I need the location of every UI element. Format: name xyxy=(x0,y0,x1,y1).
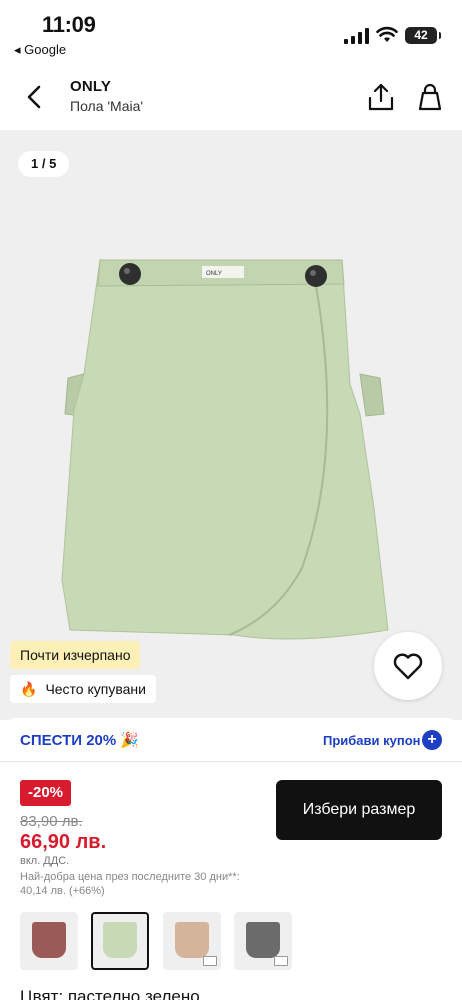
selected-color-label: Цвят: пастелно зелено xyxy=(20,987,200,1000)
variant-thumb-grey[interactable] xyxy=(234,912,292,970)
popular-badge-label: Често купувани xyxy=(45,681,146,697)
coupon-banner: СПЕСТИ 20% 🎉 Прибави купон + xyxy=(0,718,462,762)
brand-name[interactable]: ONLY xyxy=(70,78,111,95)
skirt-brand-label: ONLY xyxy=(206,271,222,277)
cellular-signal-icon xyxy=(344,28,369,44)
variant-thumb-pastel-green[interactable] xyxy=(91,912,149,970)
select-size-button[interactable]: Избери размер xyxy=(276,780,442,840)
purchase-panel: СПЕСТИ 20% 🎉 Прибави купон + -20% 83,90 … xyxy=(0,718,462,1000)
low-stock-badge: Почти изчерпано xyxy=(10,641,141,669)
image-counter: 1 / 5 xyxy=(18,151,70,177)
product-title: Пола 'Maia' xyxy=(70,98,144,114)
vat-note: вкл. ДДС. xyxy=(20,855,70,867)
wishlist-button[interactable] xyxy=(374,632,442,700)
best-price-note: Най-добра цена през последните 30 дни**:… xyxy=(20,871,240,897)
sale-price: 66,90 лв. xyxy=(20,831,107,853)
battery-icon: 42 xyxy=(405,27,441,44)
discount-badge: -20% xyxy=(20,780,72,806)
share-icon[interactable] xyxy=(367,82,395,112)
fire-icon: 🔥 xyxy=(20,681,38,697)
variant-thumb-rose-brown[interactable] xyxy=(20,912,78,970)
popular-badge: 🔥 Често купувани xyxy=(10,675,156,703)
original-price: 83,90 лв. xyxy=(20,813,83,830)
shopping-bag-icon[interactable] xyxy=(416,82,444,112)
heart-icon xyxy=(393,653,423,680)
add-coupon-link[interactable]: Прибави купон xyxy=(323,733,421,748)
coupon-text: СПЕСТИ 20% 🎉 xyxy=(20,732,140,749)
product-image-gallery[interactable]: 1 / 5 ONLY Почти изчерпано 🔥 Често купува… xyxy=(0,130,462,720)
envelope-icon xyxy=(203,956,217,966)
variant-swatch xyxy=(246,922,280,958)
variant-swatch xyxy=(32,922,66,958)
back-to-app-link[interactable]: ◂ Google xyxy=(14,42,66,58)
status-time: 11:09 xyxy=(42,12,96,37)
product-image[interactable]: ONLY xyxy=(54,250,414,640)
envelope-icon xyxy=(274,956,288,966)
variant-swatch xyxy=(175,922,209,958)
back-arrow-icon[interactable] xyxy=(22,84,48,110)
product-header: ONLY Пола 'Maia' xyxy=(0,64,462,130)
wifi-icon xyxy=(376,26,398,42)
status-bar: 11:09 ◂ Google 42 xyxy=(0,0,462,64)
variant-swatch xyxy=(103,922,137,958)
add-coupon-plus-icon[interactable]: + xyxy=(422,730,442,750)
variant-thumb-beige[interactable] xyxy=(163,912,221,970)
